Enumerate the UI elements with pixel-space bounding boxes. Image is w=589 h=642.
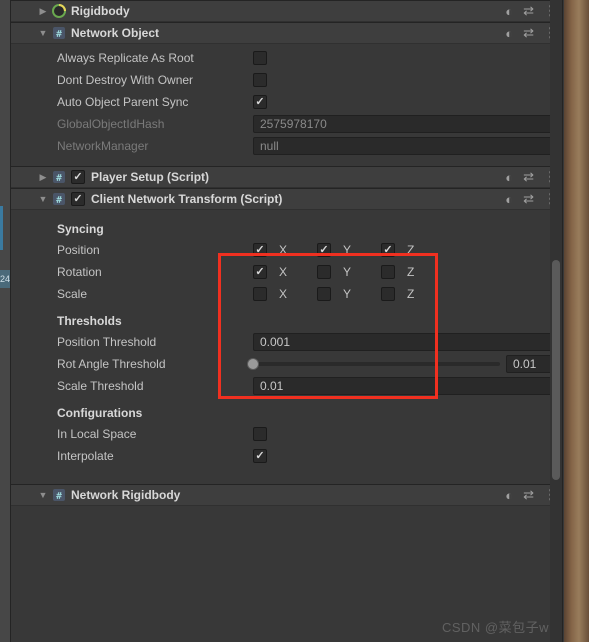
component-header-rigidbody[interactable]: ▶ Rigidbody ◐ ⇄ ⋮ [11, 0, 562, 22]
axis-label: X [279, 243, 293, 257]
selection-marker [0, 206, 3, 250]
scrollbar-thumb[interactable] [552, 260, 560, 480]
slider-thumb[interactable] [247, 358, 259, 370]
help-icon[interactable]: ◐ [505, 4, 513, 19]
axis-label: X [279, 265, 293, 279]
scale-threshold-field[interactable]: 0.01 [253, 377, 554, 395]
axis-label: Y [343, 265, 357, 279]
rotation-x-checkbox[interactable] [253, 265, 267, 279]
network-manager-field: null [253, 137, 554, 155]
axis-label: Z [407, 265, 421, 279]
position-x-checkbox[interactable] [253, 243, 267, 257]
interpolate-checkbox[interactable] [253, 449, 267, 463]
position-y-checkbox[interactable] [317, 243, 331, 257]
preset-icon[interactable]: ⇄ [523, 169, 534, 185]
section-heading: Syncing [57, 220, 554, 238]
component-title: Network Rigidbody [71, 488, 505, 502]
foldout-icon[interactable]: ▶ [37, 172, 49, 183]
rot-threshold-slider[interactable] [253, 362, 500, 366]
field-label: Interpolate [57, 449, 253, 463]
component-header-network-object[interactable]: ▼ # Network Object ◐ ⇄ ⋮ [11, 22, 562, 44]
rotation-z-checkbox[interactable] [381, 265, 395, 279]
field-label: Scale Threshold [57, 379, 253, 393]
field-label: In Local Space [57, 427, 253, 441]
component-header-network-rigidbody[interactable]: ▼ # Network Rigidbody ◐ ⇄ ⋮ [11, 484, 562, 506]
component-title: Client Network Transform (Script) [91, 192, 505, 206]
svg-text:#: # [56, 29, 62, 40]
script-icon: # [51, 25, 67, 41]
field-label: Auto Object Parent Sync [57, 95, 253, 109]
component-header-player-setup[interactable]: ▶ # Player Setup (Script) ◐ ⇄ ⋮ [11, 166, 562, 188]
help-icon[interactable]: ◐ [505, 488, 513, 503]
position-z-checkbox[interactable] [381, 243, 395, 257]
watermark: CSDN @菜包子w [442, 617, 549, 636]
preset-icon[interactable]: ⇄ [523, 3, 534, 19]
preset-icon[interactable]: ⇄ [523, 487, 534, 503]
rotation-y-checkbox[interactable] [317, 265, 331, 279]
script-icon: # [51, 487, 67, 503]
section-heading: Configurations [57, 404, 554, 422]
help-icon[interactable]: ◐ [505, 26, 513, 41]
enable-checkbox[interactable] [71, 192, 85, 206]
field-label: Dont Destroy With Owner [57, 73, 253, 87]
svg-text:#: # [56, 195, 62, 206]
inspector-panel: ▶ Rigidbody ◐ ⇄ ⋮ ▼ # Network Object ◐ ⇄… [10, 0, 563, 642]
foldout-icon[interactable]: ▶ [37, 6, 49, 17]
axis-label: Z [407, 243, 421, 257]
always-replicate-checkbox[interactable] [253, 51, 267, 65]
help-icon[interactable]: ◐ [505, 192, 513, 207]
help-icon[interactable]: ◐ [505, 170, 513, 185]
script-icon: # [51, 169, 67, 185]
gutter-left: 24 [0, 0, 10, 642]
axis-label: Y [343, 243, 357, 257]
field-label: Position [57, 243, 253, 257]
component-title: Rigidbody [71, 4, 505, 18]
scale-z-checkbox[interactable] [381, 287, 395, 301]
svg-text:#: # [56, 491, 62, 502]
foldout-icon[interactable]: ▼ [37, 490, 49, 500]
gutter-right [564, 0, 589, 642]
axis-label: X [279, 287, 293, 301]
field-label: NetworkManager [57, 139, 253, 153]
component-title: Network Object [71, 26, 505, 40]
list-index-badge: 24 [0, 270, 10, 288]
scale-x-checkbox[interactable] [253, 287, 267, 301]
rot-threshold-value[interactable]: 0.01 [506, 355, 554, 373]
field-label: Rot Angle Threshold [57, 357, 253, 371]
component-header-client-network-transform[interactable]: ▼ # Client Network Transform (Script) ◐ … [11, 188, 562, 210]
auto-parent-checkbox[interactable] [253, 95, 267, 109]
scrollbar[interactable] [550, 0, 562, 642]
field-label: Rotation [57, 265, 253, 279]
axis-label: Y [343, 287, 357, 301]
script-icon: # [51, 191, 67, 207]
svg-text:#: # [56, 173, 62, 184]
rigidbody-icon [51, 3, 67, 19]
foldout-icon[interactable]: ▼ [37, 28, 49, 38]
network-object-body: Always Replicate As Root Dont Destroy Wi… [11, 44, 562, 166]
axis-label: Z [407, 287, 421, 301]
position-threshold-field[interactable]: 0.001 [253, 333, 554, 351]
client-network-transform-body: Syncing Position X Y Z Rotation X Y Z Sc… [11, 210, 562, 476]
enable-checkbox[interactable] [71, 170, 85, 184]
field-label: Scale [57, 287, 253, 301]
field-label: Position Threshold [57, 335, 253, 349]
global-hash-field: 2575978170 [253, 115, 554, 133]
preset-icon[interactable]: ⇄ [523, 191, 534, 207]
preset-icon[interactable]: ⇄ [523, 25, 534, 41]
field-label: Always Replicate As Root [57, 51, 253, 65]
field-label: GlobalObjectIdHash [57, 117, 253, 131]
component-title: Player Setup (Script) [91, 170, 505, 184]
foldout-icon[interactable]: ▼ [37, 194, 49, 204]
dont-destroy-checkbox[interactable] [253, 73, 267, 87]
section-heading: Thresholds [57, 312, 554, 330]
scale-y-checkbox[interactable] [317, 287, 331, 301]
in-local-space-checkbox[interactable] [253, 427, 267, 441]
